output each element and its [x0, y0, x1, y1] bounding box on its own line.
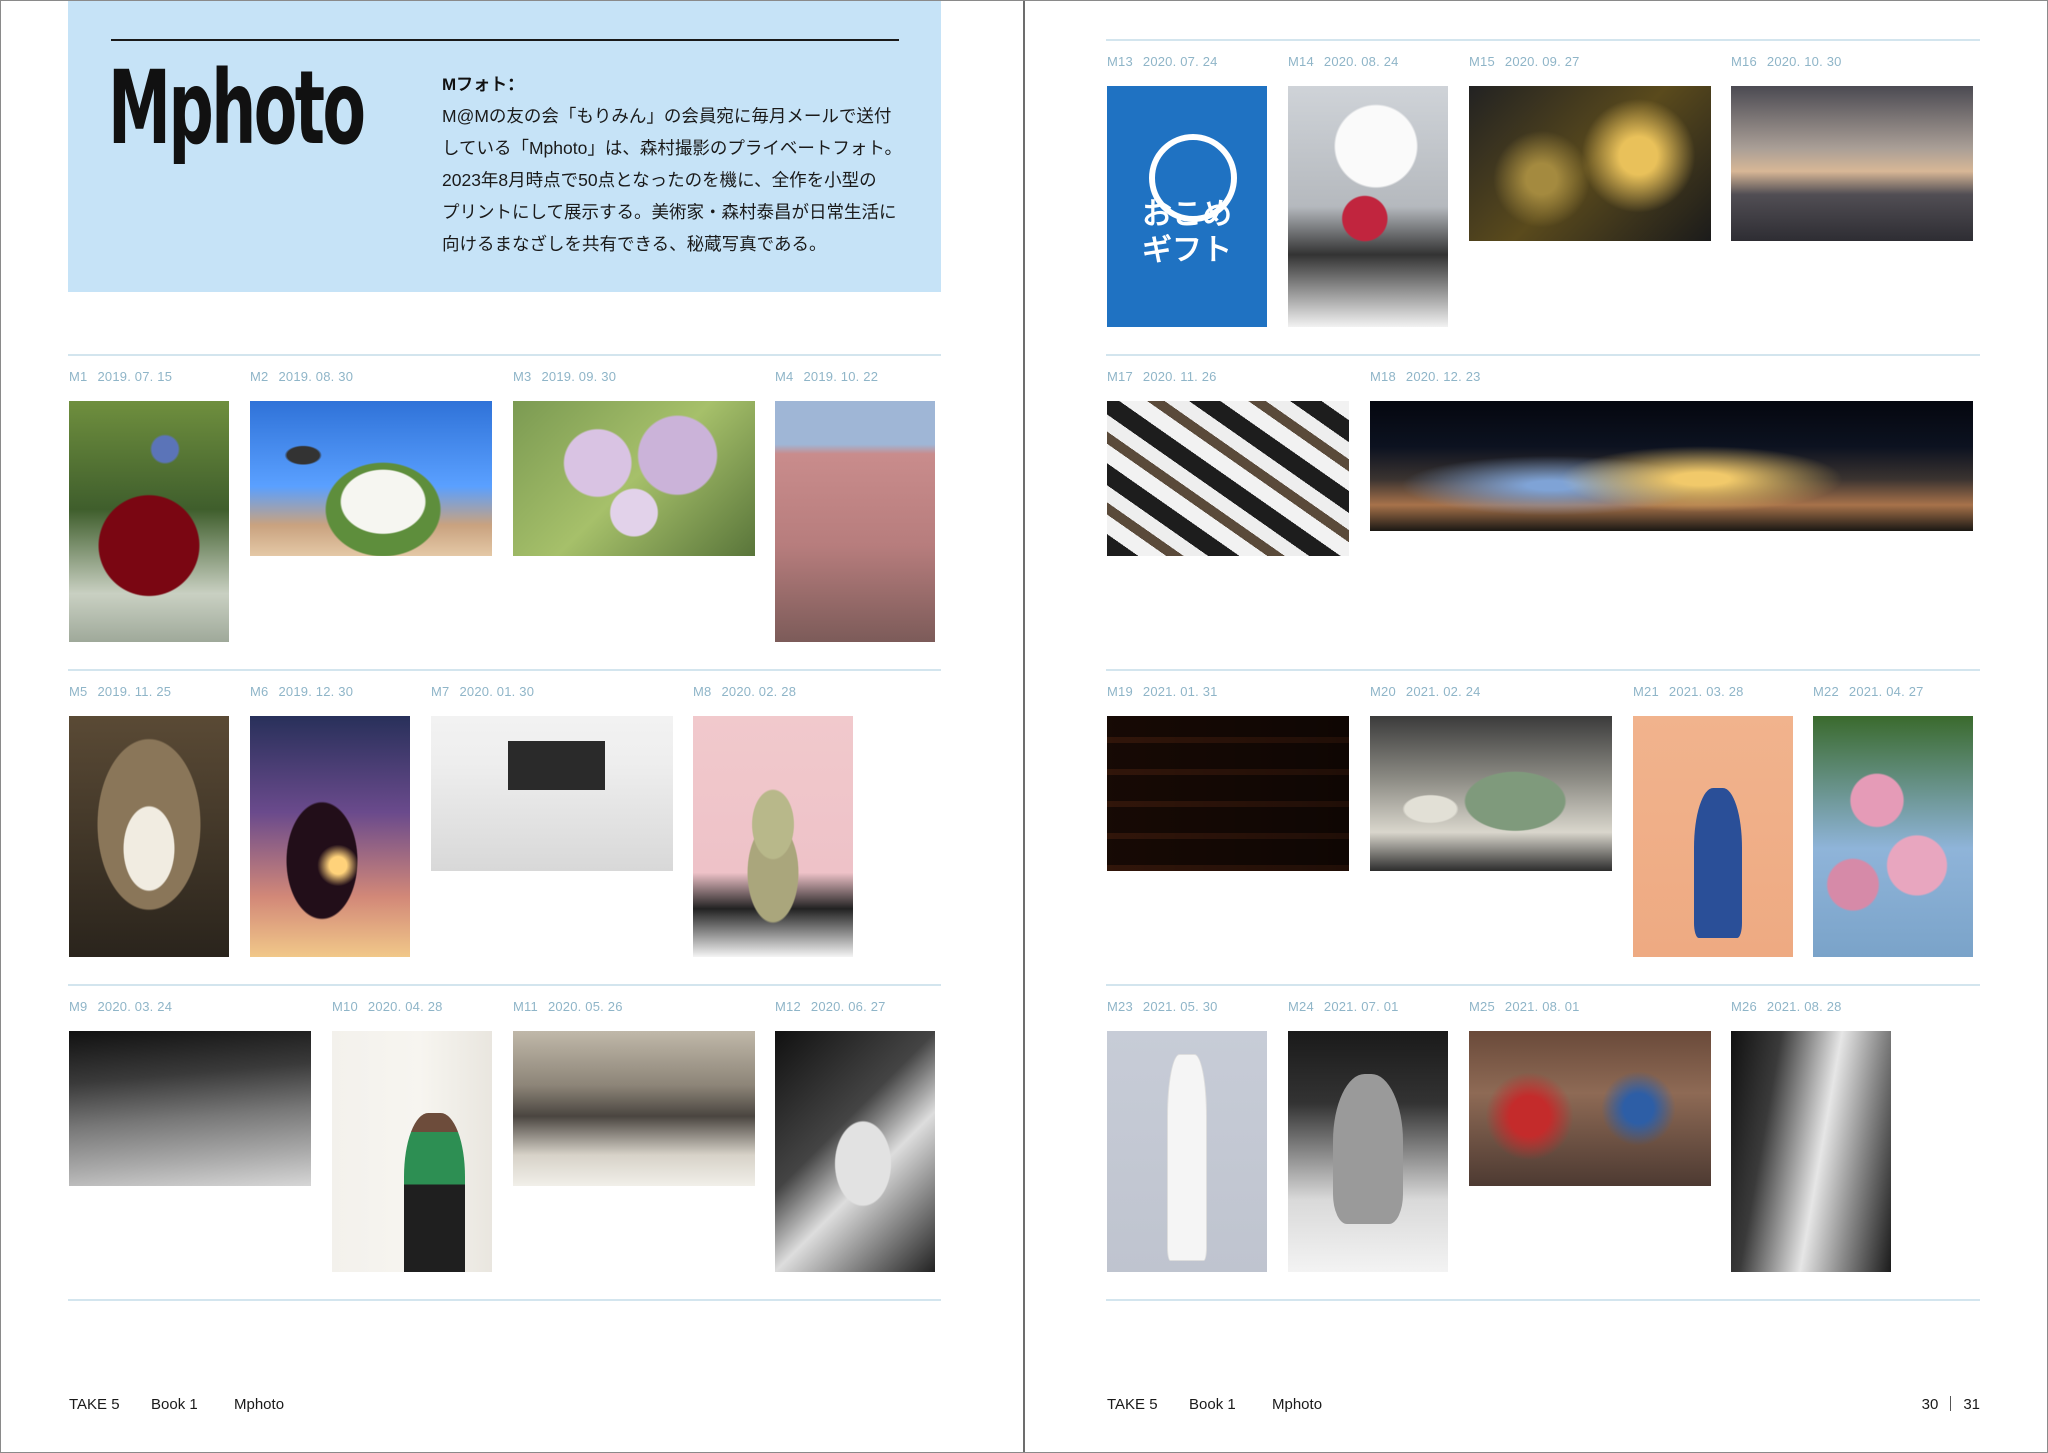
photo-m2 [250, 401, 492, 556]
page-number-left: 30 [1921, 1396, 1939, 1413]
photo-caption: M20 2021. 02. 24 [1370, 684, 1481, 699]
photo-caption: M19 2021. 01. 31 [1107, 684, 1218, 699]
photo-caption: M18 2020. 12. 23 [1370, 369, 1481, 384]
photo-m1 [69, 401, 229, 642]
photo-m13: おこめ ギフト [1107, 86, 1267, 327]
photo-caption: M3 2019. 09. 30 [513, 369, 617, 384]
footer-book: Book 1 [1189, 1396, 1236, 1413]
photo-m7 [431, 716, 673, 871]
photo-m4 [775, 401, 935, 642]
photo-m12 [775, 1031, 935, 1272]
photo-caption: M24 2021. 07. 01 [1288, 999, 1399, 1014]
photo-caption: M26 2021. 08. 28 [1731, 999, 1842, 1014]
row-divider [1106, 354, 1980, 356]
right-page: M13 2020. 07. 24 おこめ ギフト M14 2020. 08. 24 … [1024, 0, 2048, 1453]
row-divider [68, 354, 941, 356]
row-divider [1106, 669, 1980, 671]
intro-rule [111, 39, 899, 41]
photo-m19 [1107, 716, 1349, 871]
row-divider [1106, 39, 1980, 41]
photo-caption: M23 2021. 05. 30 [1107, 999, 1218, 1014]
row-divider [1106, 1299, 1980, 1301]
footer-series: TAKE 5 [69, 1396, 120, 1413]
page-number-divider [1950, 1396, 1952, 1411]
photo-m14 [1288, 86, 1448, 327]
photo-caption: M4 2019. 10. 22 [775, 369, 879, 384]
photo-caption: M2 2019. 08. 30 [250, 369, 354, 384]
page-title: Mphoto [108, 49, 366, 168]
row-divider [68, 984, 941, 986]
intro-panel: Mphoto Mフォト： M@Mの友の会「もりみん」の会員宛に毎月メールで送付 … [68, 0, 941, 292]
photo-caption: M14 2020. 08. 24 [1288, 54, 1399, 69]
photo-m22 [1813, 716, 1973, 957]
photo-caption: M12 2020. 06. 27 [775, 999, 886, 1014]
photo-m26 [1731, 1031, 1891, 1272]
photo-caption: M17 2020. 11. 26 [1107, 369, 1217, 384]
footer-section: Mphoto [1272, 1396, 1323, 1413]
photo-m24 [1288, 1031, 1448, 1272]
footer-left: TAKE 5 Book 1 Mphoto [69, 1396, 284, 1413]
photo-caption: M10 2020. 04. 28 [332, 999, 443, 1014]
footer-right: TAKE 5 Book 1 Mphoto [1107, 1396, 1322, 1413]
photo-caption: M13 2020. 07. 24 [1107, 54, 1218, 69]
photo-m3 [513, 401, 755, 556]
photo-m17 [1107, 401, 1349, 556]
photo-caption: M5 2019. 11. 25 [69, 684, 172, 699]
photo-m9 [69, 1031, 311, 1186]
photo-m11 [513, 1031, 755, 1186]
photo-caption: M1 2019. 07. 15 [69, 369, 173, 384]
photo-m20 [1370, 716, 1612, 871]
row-divider [1106, 984, 1980, 986]
photo-caption: M8 2020. 02. 28 [693, 684, 797, 699]
photo-m18 [1370, 401, 1973, 531]
row-divider [68, 669, 941, 671]
intro-body: M@Mの友の会「もりみん」の会員宛に毎月メールで送付 している「Mphoto」は… [442, 106, 902, 254]
photo-m21 [1633, 716, 1793, 957]
left-page: Mphoto Mフォト： M@Mの友の会「もりみん」の会員宛に毎月メールで送付 … [0, 0, 1024, 1453]
photo-caption: M9 2020. 03. 24 [69, 999, 173, 1014]
footer-section: Mphoto [234, 1396, 285, 1413]
page-numbers: 30 31 [1922, 1396, 1980, 1413]
page-number-right: 31 [1963, 1396, 1980, 1413]
book-spine [1023, 0, 1025, 1453]
photo-caption: M22 2021. 04. 27 [1813, 684, 1924, 699]
footer-book: Book 1 [151, 1396, 198, 1413]
photo-m10 [332, 1031, 492, 1272]
photo-caption: M21 2021. 03. 28 [1633, 684, 1744, 699]
photo-caption: M16 2020. 10. 30 [1731, 54, 1842, 69]
photo-caption: M6 2019. 12. 30 [250, 684, 354, 699]
photo-m5 [69, 716, 229, 957]
photo-m16 [1731, 86, 1973, 241]
photo-m25 [1469, 1031, 1711, 1186]
photo-m15 [1469, 86, 1711, 241]
footer-series: TAKE 5 [1107, 1396, 1158, 1413]
photo-caption: M15 2020. 09. 27 [1469, 54, 1580, 69]
intro-subtitle: Mフォト： [442, 75, 525, 94]
photo-m6 [250, 716, 410, 957]
photo-caption: M7 2020. 01. 30 [431, 684, 535, 699]
photo-m23 [1107, 1031, 1267, 1272]
photo-caption: M11 2020. 05. 26 [513, 999, 623, 1014]
photo-m13-print: おこめ ギフト [1142, 196, 1232, 268]
row-divider [68, 1299, 941, 1301]
photo-caption: M25 2021. 08. 01 [1469, 999, 1580, 1014]
photo-m8 [693, 716, 853, 957]
